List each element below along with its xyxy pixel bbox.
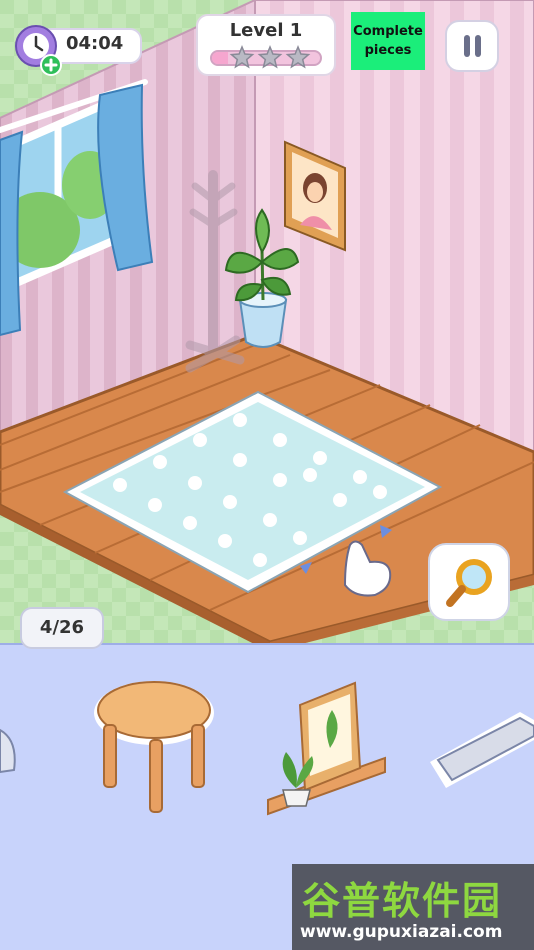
pause-button[interactable] [445,20,499,72]
complete-pieces-label: Complete pieces [353,24,423,58]
level-progress-fill [212,52,229,64]
watermark-url: www.gupuxiazai.com [300,922,503,942]
magnifier-icon [446,559,492,607]
level-stars [229,45,311,69]
timer-value: 04:04 [66,33,124,54]
tray-item-wooden-stool[interactable] [94,681,214,813]
tray-item-partial-left[interactable] [0,728,16,774]
level-label: Level 1 [229,20,303,41]
pause-icon [464,35,481,57]
complete-pieces-button[interactable]: Complete pieces [351,12,425,70]
tray-item-keyboard[interactable] [430,712,534,788]
level-star [229,45,255,69]
level-star [257,45,283,69]
watermark-title: 谷普软件园 [302,879,503,923]
tray-item-plant-frame-shelf[interactable] [267,681,386,816]
watermark: 谷普软件园 www.gupuxiazai.com [292,864,534,950]
plus-icon[interactable] [39,53,63,77]
level-panel: Level 1 [196,14,336,76]
level-star [285,45,311,69]
zoom-button[interactable] [428,543,510,621]
